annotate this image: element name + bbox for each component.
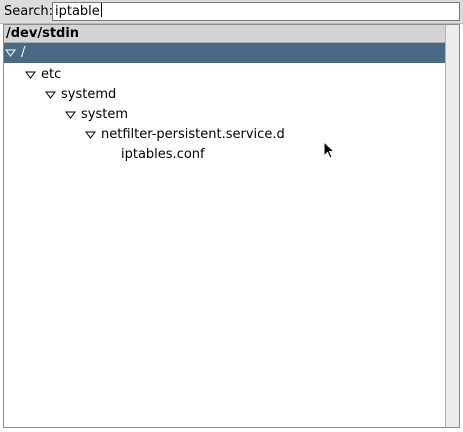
tree-row-iptables-conf[interactable]: iptables.conf (4, 145, 445, 165)
tree-row-label: systemd (61, 87, 117, 102)
tree-row-netfilter-persistent[interactable]: netfilter-persistent.service.d (4, 125, 445, 145)
tree-view[interactable]: /dev/stdin / etc systemd system netfilte… (3, 24, 460, 428)
search-label: Search: (4, 4, 54, 19)
text-caret (100, 3, 102, 17)
chevron-down-icon[interactable] (45, 90, 56, 101)
tree-row-systemd[interactable]: systemd (4, 85, 445, 105)
tree-header-label: /dev/stdin (6, 26, 80, 41)
tree-row-system[interactable]: system (4, 105, 445, 125)
tree-row-label: iptables.conf (121, 147, 205, 162)
search-input-value: iptable (55, 4, 100, 19)
tree-row-etc[interactable]: etc (4, 65, 445, 85)
tree-row-label: / (21, 45, 26, 60)
tree-column-header[interactable]: /dev/stdin (4, 25, 445, 43)
file-tree-window: Search: iptable /dev/stdin / etc systemd (0, 0, 463, 432)
chevron-down-icon[interactable] (85, 130, 96, 141)
search-bar: Search: iptable (0, 0, 463, 24)
mouse-pointer-icon (323, 141, 336, 159)
tree-row-label: etc (41, 67, 62, 82)
search-input[interactable]: iptable (52, 2, 460, 21)
tree-row-label: netfilter-persistent.service.d (101, 127, 285, 142)
chevron-down-icon[interactable] (25, 70, 36, 81)
tree-row-label: system (81, 107, 128, 122)
tree-row-root[interactable]: / (4, 43, 445, 63)
chevron-down-icon[interactable] (5, 48, 16, 59)
chevron-down-icon[interactable] (65, 110, 76, 121)
vertical-scrollbar[interactable] (445, 25, 459, 427)
